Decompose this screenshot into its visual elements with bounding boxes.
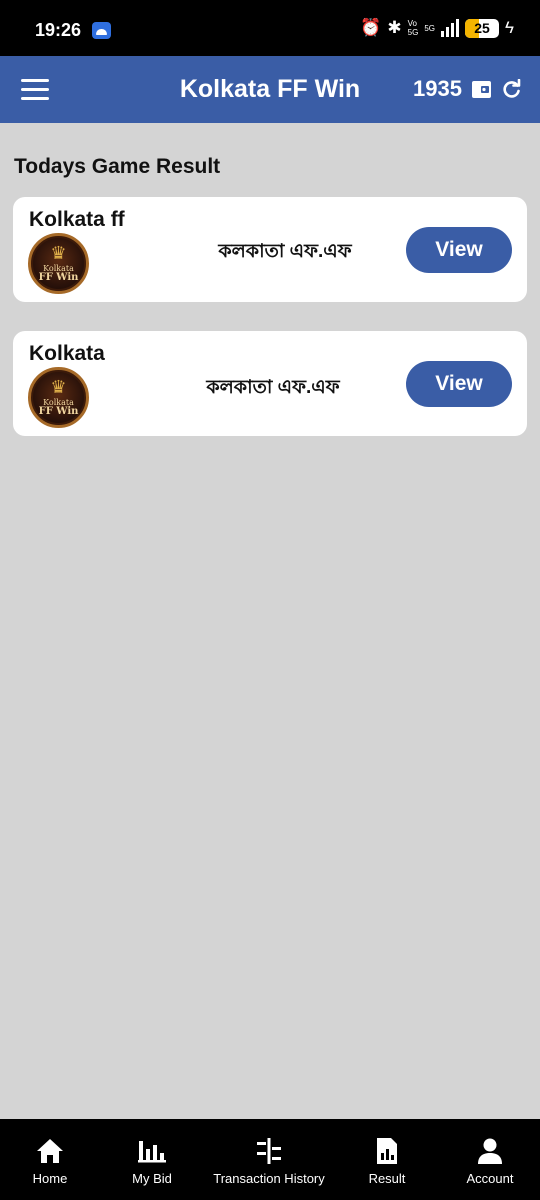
view-button[interactable]: View bbox=[406, 361, 512, 407]
bluetooth-icon: ✱ bbox=[387, 18, 402, 37]
status-time: 19:26 bbox=[35, 20, 82, 40]
volte-top-label: Vo bbox=[407, 19, 417, 28]
game-subtitle: কলকাতা এফ.এফ bbox=[206, 377, 340, 398]
wallet-icon[interactable] bbox=[471, 80, 492, 99]
logo-text: Kolkata FF Win bbox=[31, 398, 86, 417]
signal-icon bbox=[441, 19, 459, 37]
home-icon bbox=[37, 1139, 63, 1163]
logo-line-2: FF Win bbox=[38, 406, 79, 417]
menu-icon[interactable] bbox=[21, 79, 49, 100]
game-logo: ♛ Kolkata FF Win bbox=[28, 233, 89, 294]
game-name: Kolkata ff bbox=[29, 208, 125, 231]
status-icons: ⏰ ✱ Vo 5G 5G 25 ϟ bbox=[360, 18, 514, 38]
nav-item-home[interactable]: Home bbox=[0, 1119, 100, 1200]
battery-level: 25 bbox=[474, 19, 490, 36]
nav-label-account: Account bbox=[466, 1171, 514, 1186]
game-logo: ♛ Kolkata FF Win bbox=[28, 367, 89, 428]
network-type-label: 5G bbox=[424, 23, 435, 33]
nav-label-home: Home bbox=[32, 1171, 68, 1186]
logo-text: Kolkata FF Win bbox=[31, 264, 86, 283]
refresh-icon[interactable] bbox=[501, 78, 522, 100]
nav-item-result[interactable]: Result bbox=[334, 1119, 440, 1200]
charging-icon: ϟ bbox=[505, 18, 514, 37]
crown-icon: ♛ bbox=[50, 243, 67, 263]
balance-value: 1935 bbox=[413, 76, 462, 101]
transactions-icon bbox=[257, 1138, 281, 1164]
nav-label-my-bid: My Bid bbox=[132, 1171, 172, 1186]
nav-item-transaction-history[interactable]: Transaction History bbox=[204, 1119, 334, 1200]
bottom-nav: Home My Bid Transaction History Result A… bbox=[0, 1119, 540, 1200]
wallet-balance: 1935 bbox=[413, 76, 522, 102]
nav-label-result: Result bbox=[368, 1171, 406, 1186]
app-header: Kolkata FF Win 1935 bbox=[0, 56, 540, 123]
android-app-icon bbox=[92, 22, 111, 39]
game-subtitle: কলকাতা এফ.এফ bbox=[218, 241, 352, 262]
game-card: Kolkata ♛ Kolkata FF Win কলকাতা এফ.এফ Vi… bbox=[13, 331, 527, 436]
view-button[interactable]: View bbox=[406, 227, 512, 273]
battery-icon: 25 bbox=[465, 18, 499, 38]
section-title: Todays Game Result bbox=[14, 155, 221, 178]
crown-icon: ♛ bbox=[50, 377, 67, 397]
bar-chart-icon bbox=[138, 1141, 166, 1163]
volte-bottom-label: 5G bbox=[407, 28, 419, 37]
nav-item-my-bid[interactable]: My Bid bbox=[100, 1119, 204, 1200]
network-type: 5G bbox=[424, 24, 435, 33]
nav-label-transaction-history: Transaction History bbox=[213, 1171, 325, 1186]
game-name: Kolkata bbox=[29, 342, 105, 365]
alarm-icon: ⏰ bbox=[360, 18, 382, 37]
logo-line-2: FF Win bbox=[38, 272, 79, 283]
volte-indicator: Vo 5G bbox=[408, 19, 419, 37]
status-bar: 19:26 ⏰ ✱ Vo 5G 5G 25 ϟ bbox=[0, 0, 540, 56]
account-icon bbox=[478, 1138, 502, 1164]
nav-item-account[interactable]: Account bbox=[440, 1119, 540, 1200]
game-card: Kolkata ff ♛ Kolkata FF Win কলকাতা এফ.এফ… bbox=[13, 197, 527, 302]
result-icon bbox=[377, 1138, 397, 1164]
